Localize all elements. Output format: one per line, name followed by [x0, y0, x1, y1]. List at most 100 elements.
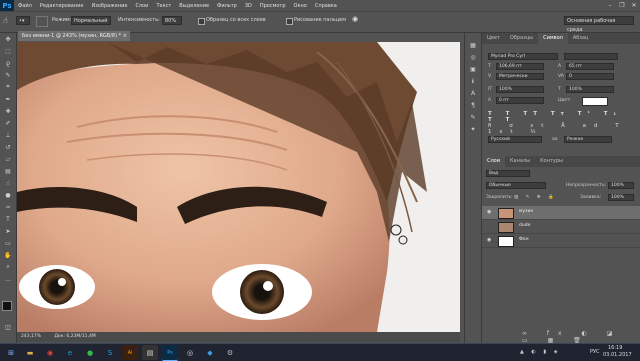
explorer-icon[interactable]: ▬ — [22, 345, 38, 360]
tray-icons[interactable]: ▲ ◐ ▮ ◈ — [520, 349, 561, 355]
sample-all-layers-checkbox[interactable] — [198, 18, 205, 25]
stamp-icon[interactable]: ⊥ — [0, 129, 16, 141]
tab-character[interactable]: Символ — [538, 33, 568, 44]
visibility-eye-icon[interactable]: ◉ — [487, 209, 491, 215]
menu-file[interactable]: Файл — [14, 3, 36, 9]
tab-layers[interactable]: Слои — [482, 156, 505, 167]
font-style-select[interactable] — [564, 53, 618, 60]
workspace-select[interactable]: Основная рабочая среда — [564, 16, 634, 33]
keyboard-language[interactable]: РУС — [590, 349, 600, 355]
layer-filter-select[interactable]: Вид — [486, 170, 530, 177]
eyedropper-icon[interactable]: ✒ — [0, 93, 16, 105]
language-select[interactable]: Русский — [488, 136, 542, 143]
adjustments-panel-icon[interactable]: ▣ — [465, 63, 481, 75]
mode-select[interactable]: Нормальный — [71, 16, 111, 25]
crop-icon[interactable]: ⌗ — [0, 81, 16, 93]
move-icon[interactable]: ✥ — [0, 33, 16, 45]
antialias-select[interactable]: Резкое — [564, 136, 612, 143]
tool-presets-icon[interactable]: ✦ — [465, 123, 481, 135]
properties-panel-icon[interactable]: ◎ — [465, 51, 481, 63]
baseline-input[interactable]: 0 пт — [496, 97, 544, 104]
character-panel-icon[interactable]: A — [465, 87, 481, 99]
layer-name[interactable]: dude — [519, 223, 530, 228]
history-brush-icon[interactable]: ↺ — [0, 141, 16, 153]
blend-mode-select[interactable]: Обычные — [486, 182, 546, 189]
paragraph-panel-icon[interactable]: ¶ — [465, 99, 481, 111]
lasso-icon[interactable]: ϱ — [0, 57, 16, 69]
menu-view[interactable]: Просмотр — [256, 3, 290, 9]
menu-layers[interactable]: Слои — [131, 3, 152, 9]
smudge-tool-icon[interactable]: ☝ — [3, 16, 8, 25]
vertical-scale-input[interactable]: 100% — [496, 86, 544, 93]
dodge-icon[interactable]: ● — [0, 189, 16, 201]
illustrator-icon[interactable]: Ai — [122, 345, 138, 360]
history-panel-icon[interactable]: ▦ — [465, 39, 481, 51]
menu-window[interactable]: Окно — [290, 3, 311, 9]
photoshop-taskbar-icon[interactable]: Ps — [162, 345, 178, 361]
shape-icon[interactable]: ▭ — [0, 237, 16, 249]
media-icon[interactable]: ◎ — [182, 345, 198, 360]
pen-icon[interactable]: ✑ — [0, 201, 16, 213]
brushes-panel-icon[interactable]: ✎ — [465, 111, 481, 123]
tool-icon[interactable]: ⚙ — [222, 345, 238, 360]
skype-icon[interactable]: S — [102, 345, 118, 360]
gradient-icon[interactable]: ▤ — [0, 165, 16, 177]
type-icon[interactable]: T — [0, 213, 16, 225]
layer-actions-bar[interactable]: ∞ fx ◐ ◪ ▭ ▦ 🗑 — [522, 330, 640, 344]
tab-swatches[interactable]: Образцы — [505, 33, 538, 44]
info-panel-icon[interactable]: ℹ — [465, 75, 481, 87]
hand-icon[interactable]: ✋ — [0, 249, 16, 261]
menu-help[interactable]: Справка — [311, 3, 341, 9]
tab-paragraph[interactable]: Абзац — [568, 33, 594, 44]
eraser-icon[interactable]: ▱ — [0, 153, 16, 165]
canvas[interactable] — [17, 42, 460, 332]
pressure-icon[interactable]: ◉ — [352, 15, 358, 23]
browser-icon[interactable]: ◉ — [42, 345, 58, 360]
quick-mask-icon[interactable]: ◫ — [0, 321, 16, 333]
menu-3d[interactable]: 3D — [241, 3, 256, 9]
layer-name[interactable]: Фон — [519, 237, 529, 242]
text-color-swatch[interactable] — [582, 97, 608, 106]
visibility-eye-icon[interactable]: ◉ — [487, 237, 491, 243]
app-icon[interactable]: ▤ — [142, 345, 158, 360]
ie-icon[interactable]: e — [62, 345, 78, 360]
font-family-select[interactable]: Myriad Pro Cyrl — [488, 53, 558, 60]
tab-color[interactable]: Цвет — [482, 33, 505, 44]
menu-text[interactable]: Текст — [152, 3, 175, 9]
tab-paths[interactable]: Контуры — [535, 156, 568, 167]
more-tools-icon[interactable]: … — [0, 273, 16, 285]
layer-row[interactable]: ◉ музин — [482, 206, 640, 220]
fill-input[interactable]: 100% — [608, 194, 634, 201]
marquee-icon[interactable]: ⬚ — [0, 45, 16, 57]
clock-date[interactable]: 03.01.2017 — [603, 352, 632, 358]
kerning-select[interactable]: Метрически — [496, 73, 544, 80]
layer-row[interactable]: dude — [482, 220, 640, 234]
font-size-input[interactable]: 106,69 пт — [496, 63, 544, 70]
close-icon[interactable]: ✕ — [628, 0, 640, 11]
zoom-icon[interactable]: ⌕ — [0, 261, 16, 273]
menu-image[interactable]: Изображение — [87, 3, 131, 9]
tracking-select[interactable]: 0 — [566, 73, 614, 80]
foreground-color-swatch[interactable] — [2, 301, 12, 311]
opentype-buttons[interactable]: ﬁ ơ st Ā ad T 1st ½ — [488, 123, 628, 135]
close-tab-icon[interactable]: × — [123, 31, 127, 41]
brush-icon[interactable]: ✐ — [0, 117, 16, 129]
program-icon[interactable]: ◆ — [202, 345, 218, 360]
restore-icon[interactable]: ❐ — [616, 0, 628, 11]
opacity-input[interactable]: 100% — [608, 182, 634, 189]
brush-panel-icon[interactable] — [36, 16, 48, 27]
menu-select[interactable]: Выделение — [175, 3, 213, 9]
menu-filter[interactable]: Фильтр — [213, 3, 241, 9]
start-icon[interactable]: ⊞ — [3, 345, 19, 360]
minimize-icon[interactable]: – — [604, 0, 616, 11]
brush-size-picker[interactable]: •▾ — [16, 16, 30, 25]
healing-icon[interactable]: ✚ — [0, 105, 16, 117]
leading-input[interactable]: 65 пт — [566, 63, 614, 70]
clock-time[interactable]: 16:19 — [608, 345, 622, 351]
smudge-icon[interactable]: ☝ — [0, 177, 16, 189]
tab-channels[interactable]: Каналы — [505, 156, 535, 167]
horizontal-scale-input[interactable]: 100% — [566, 86, 614, 93]
document-tab[interactable]: Без имени-1 @ 243% (музин, RGB/8) * × — [18, 31, 130, 41]
quick-select-icon[interactable]: ✎ — [0, 69, 16, 81]
layer-row[interactable]: ◉ Фон — [482, 234, 640, 248]
